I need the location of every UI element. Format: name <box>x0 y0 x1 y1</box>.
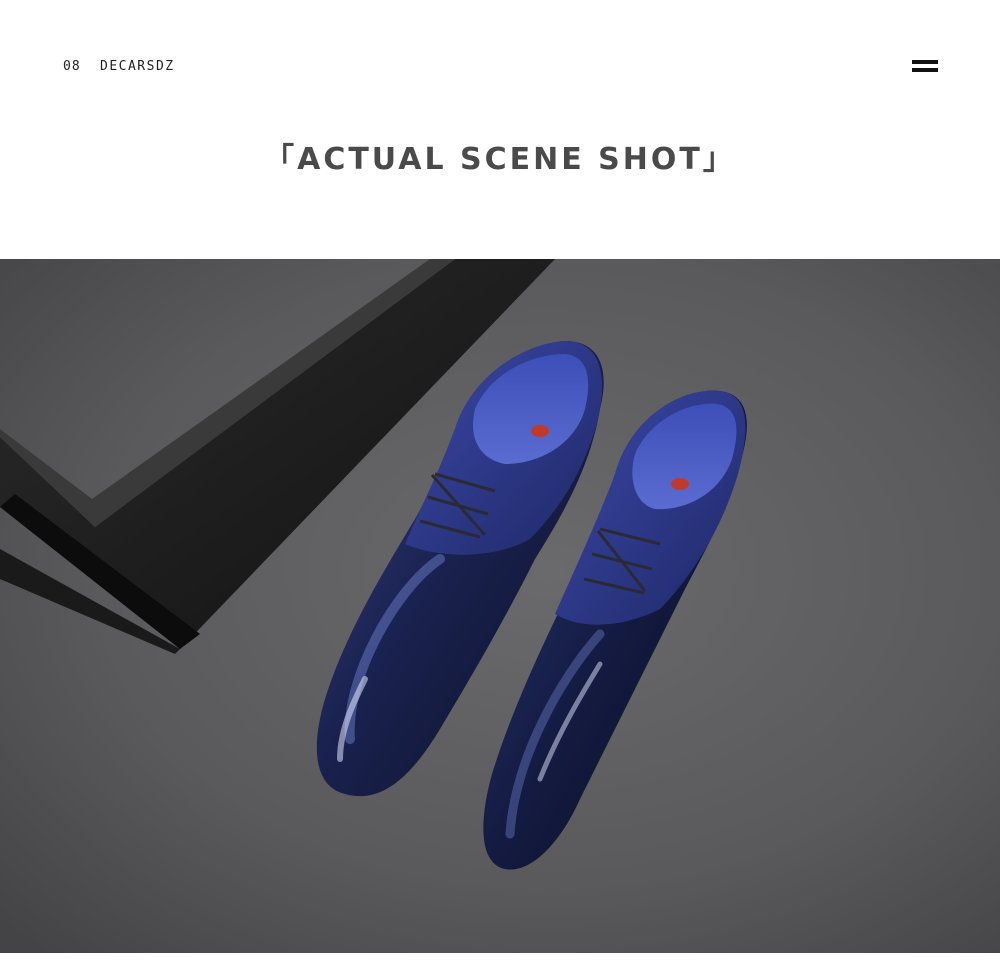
menu-bar <box>912 68 938 72</box>
footer-strip <box>0 953 1000 968</box>
shoes-scene-image <box>0 259 1000 953</box>
menu-bar <box>912 60 938 64</box>
hamburger-menu-icon[interactable] <box>912 58 938 74</box>
brand-name[interactable]: DECARSDZ <box>100 59 175 74</box>
page-number: 08 <box>63 59 81 74</box>
product-photo <box>0 259 1000 953</box>
page-header: 08 DECARSDZ 「ACTUAL SCENE SHOT」 <box>0 0 1000 259</box>
section-title: 「ACTUAL SCENE SHOT」 <box>264 142 736 177</box>
